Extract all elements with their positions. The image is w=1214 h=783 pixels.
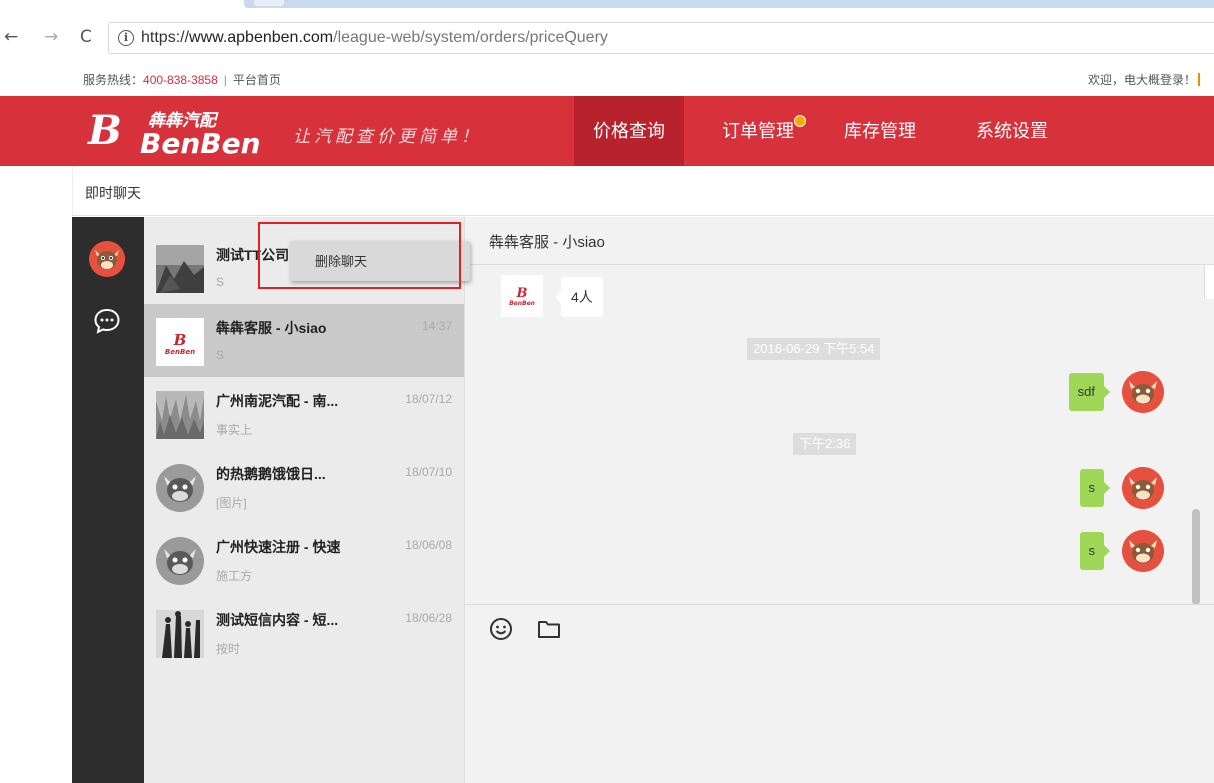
group-logo: B BenBen [501,275,543,317]
conversation-time: 14:37 [421,319,452,333]
conversation-preview: 按时 [216,642,241,656]
conversation-name: 广州快速注册 - 快速 [216,539,341,555]
user-avatar[interactable] [1122,371,1164,413]
scrollbar[interactable] [1192,509,1200,605]
user-avatar[interactable] [1122,467,1164,509]
benben-logo[interactable]: B 犇犇汽配 BenBen [88,102,278,161]
url-path: /league-web/system/orders/priceQuery [333,29,608,46]
conversation-name: 测试短信内容 - 短... [216,612,339,628]
site-header: B 犇犇汽配 BenBen 让汽配查价更简单！ 价格查询 订单管理 库存管理 系… [0,96,1214,166]
conversation-time: 18/06/08 [405,538,452,552]
address-bar[interactable]: i https://www.apbenben.com/league-web/sy… [108,22,1214,54]
grass-thumb [156,391,204,439]
bull-avatar [156,537,204,585]
folder-icon[interactable] [537,619,561,639]
forward-icon[interactable]: → [44,27,58,47]
hotline: 服务热线：400-838-3858 | 平台首页 [83,71,281,88]
logo-mark: B [88,107,122,154]
conversation-time: 18/06/28 [405,611,452,625]
chat-window-title: 即时聊天 [85,186,141,202]
conversation-time: 18/07/12 [405,392,452,406]
info-icon[interactable]: i [118,30,134,46]
main-nav: 价格查询 订单管理 库存管理 系统设置 [574,96,1068,166]
welcome-text: 欢迎，电大概登录！ [1087,73,1196,87]
welcome-message: 欢迎，电大概登录！ [1088,71,1200,88]
conversation-preview: S [216,348,225,362]
message-composer[interactable] [465,604,1214,783]
back-icon[interactable]: ← [4,27,18,47]
svg-text:B: B [516,286,528,301]
timestamp-chip: 下午2:36 [793,433,857,455]
chat-peer-name: 犇犇客服 - 小siao [489,234,605,251]
people-thumb [156,610,204,658]
delete-chat-menu-item[interactable]: 删除聊天 [315,251,367,270]
url-text: https://www.apbenben.com/league-web/syst… [141,29,608,47]
conversation-name: 广州南泥汽配 - 南... [216,393,339,409]
conversation-item[interactable]: 广州南泥汽配 - 南... 18/07/12 事实上 [144,377,464,450]
nav-price-query[interactable]: 价格查询 [574,96,684,166]
svg-text:BenBen: BenBen [509,300,535,307]
message-row: sdf [964,371,1164,413]
divider: | [223,73,227,87]
nav-settings[interactable]: 系统设置 [948,96,1068,166]
user-avatar[interactable] [89,241,125,277]
conversation-time: 18/07/10 [405,465,452,479]
slogan: 让汽配查价更简单！ [293,127,482,147]
conversation-item[interactable]: 的热鹅鹅饿饿日... 18/07/10 [图片] [144,450,464,523]
chat-pane: 犇犇客服 - 小siao B BenBen 4人 2018-06-29 下午5:5… [464,217,1214,783]
reload-icon[interactable]: C [80,27,92,47]
user-avatar[interactable] [1122,530,1164,572]
svg-text:BenBen: BenBen [165,348,195,356]
logo-english-name: BenBen [140,127,261,160]
chat-bubble-icon[interactable] [93,307,121,335]
conversation-name: 犇犇客服 - 小siao [216,320,327,336]
conversation-item[interactable]: 测试短信内容 - 短... 18/06/28 按时 [144,596,464,669]
benben-logo-thumb: B BenBen [156,318,204,366]
conversation-item[interactable]: B BenBen 犇犇客服 - 小siao 14:37 S [144,304,464,377]
panel-edge [1204,265,1214,299]
conversation-name: 测试TT公司 [216,247,290,263]
group-member-count: 4人 [555,277,603,317]
chat-header: 犇犇客服 - 小siao [465,217,1214,265]
svg-text:B: B [173,331,187,349]
page-margin [0,166,72,783]
conversation-preview: 事实上 [216,423,253,437]
photo-thumb [156,245,204,293]
conversation-preview: 施工方 [216,569,253,583]
conversation-name: 的热鹅鹅饿饿日... [216,466,326,482]
home-link[interactable]: 平台首页 [233,73,281,87]
chat-titlebar: 即时聊天 [72,166,1214,216]
browser-toolbar: ← → C i https://www.apbenben.com/league-… [0,0,1214,60]
tab-strip [244,0,1214,8]
message-bubble[interactable]: s [1079,469,1110,507]
side-rail [72,217,144,783]
url-host: www.apbenben.com [189,29,334,46]
bull-avatar [156,464,204,512]
message-bubble[interactable]: s [1079,532,1110,570]
nav-order-label: 订单管理 [722,121,794,141]
edge-mark [1198,73,1200,86]
message-row: s [964,467,1164,509]
url-scheme: https:// [141,29,190,46]
notification-dot [794,115,806,127]
smile-icon[interactable] [489,617,513,641]
hotline-label: 服务热线： [83,73,144,87]
context-menu: 删除聊天 [290,241,470,281]
timestamp-chip: 2018-06-29 下午5:54 [747,338,881,360]
conversation-preview: [图片] [216,496,247,510]
hotline-number: 400-838-3858 [143,73,218,87]
conversation-preview: S [216,275,225,289]
conversation-item[interactable]: 广州快速注册 - 快速 18/06/08 施工方 [144,523,464,596]
conversation-list: 测试TT公司 S B BenBen 犇犇客服 - 小siao 14:37 S 广州… [144,217,464,783]
nav-inventory[interactable]: 库存管理 [812,96,948,166]
service-line: 服务热线：400-838-3858 | 平台首页 欢迎，电大概登录！ [0,60,1214,96]
nav-order-management[interactable]: 订单管理 [684,96,812,166]
message-bubble[interactable]: sdf [1068,373,1111,411]
message-row: s [964,530,1164,572]
